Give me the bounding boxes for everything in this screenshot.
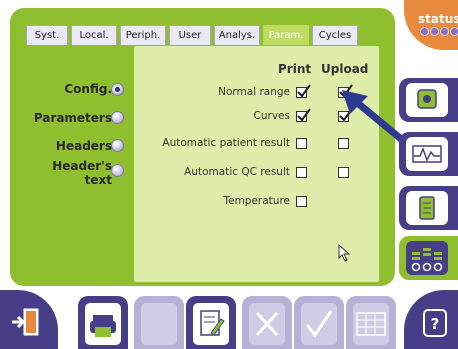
menu-item-headers-text-radio[interactable]: [111, 164, 124, 177]
validate-check-icon: [305, 310, 333, 338]
row-label-temperature: Temperature: [223, 195, 290, 207]
exit-door-icon: [12, 308, 39, 336]
tab-syst[interactable]: Syst.: [26, 25, 68, 45]
row-label-auto-qc-result: Automatic QC result: [184, 166, 290, 178]
row-label-auto-patient-result: Automatic patient result: [162, 137, 290, 149]
svg-text:?: ?: [431, 315, 440, 333]
upload-column-header: Upload: [321, 62, 369, 76]
tab-cycles[interactable]: Cycles: [312, 25, 358, 45]
menu-item-parameters-radio[interactable]: [111, 111, 124, 124]
menu-item-headers-text-label: Header's text: [52, 159, 112, 187]
right-button-curves[interactable]: [399, 132, 458, 176]
help-icon: ?: [423, 309, 447, 337]
right-button-patient[interactable]: [399, 78, 458, 122]
cancel-x-icon: [255, 311, 279, 337]
print-column-header: Print: [278, 62, 312, 76]
edit-button[interactable]: [186, 296, 236, 349]
menu-item-parameters-label: Parameters: [33, 111, 112, 125]
status-indicator-dots: [420, 27, 458, 36]
bar-chart-settings-icon: [411, 248, 443, 272]
curves-print-checkbox[interactable]: [296, 108, 311, 122]
auto-qc-result-upload-checkbox[interactable]: [338, 167, 349, 178]
edit-document-icon: [200, 310, 225, 336]
row-label-normal-range: Normal range: [218, 86, 290, 98]
settings-tabs: Syst. Local. Periph. User Analys. Param.…: [26, 25, 358, 45]
tab-param[interactable]: Param.: [263, 25, 309, 45]
validate-button[interactable]: [294, 296, 344, 349]
auto-patient-result-print-checkbox[interactable]: [296, 138, 307, 149]
print-button[interactable]: [78, 296, 128, 349]
tab-local[interactable]: Local.: [71, 25, 117, 45]
menu-item-config-label: Config.: [64, 82, 112, 96]
waveform-curve-icon: [412, 145, 442, 163]
right-button-logs[interactable]: [399, 186, 458, 230]
tab-periph[interactable]: Periph.: [120, 25, 166, 45]
right-button-settings[interactable]: [399, 236, 458, 280]
tab-user[interactable]: User: [169, 25, 211, 45]
keyboard-icon: [356, 312, 386, 336]
menu-item-config-radio[interactable]: [111, 83, 124, 96]
cancel-button[interactable]: [242, 296, 292, 349]
status-label: status: [418, 12, 458, 26]
auto-qc-result-print-checkbox[interactable]: [296, 167, 307, 178]
printer-icon: [90, 315, 116, 337]
temperature-print-checkbox[interactable]: [296, 196, 307, 207]
keyboard-button[interactable]: [346, 296, 396, 349]
camera-patient-icon: [417, 89, 437, 109]
blank-button[interactable]: [134, 296, 184, 349]
normal-range-print-checkbox[interactable]: [296, 84, 311, 98]
tab-analys[interactable]: Analys.: [214, 25, 260, 45]
mouse-cursor-icon: [338, 244, 351, 262]
menu-item-headers-radio[interactable]: [111, 139, 124, 152]
row-label-curves: Curves: [253, 110, 290, 122]
book-list-icon: [419, 196, 435, 220]
menu-item-headers-label: Headers: [55, 139, 112, 153]
